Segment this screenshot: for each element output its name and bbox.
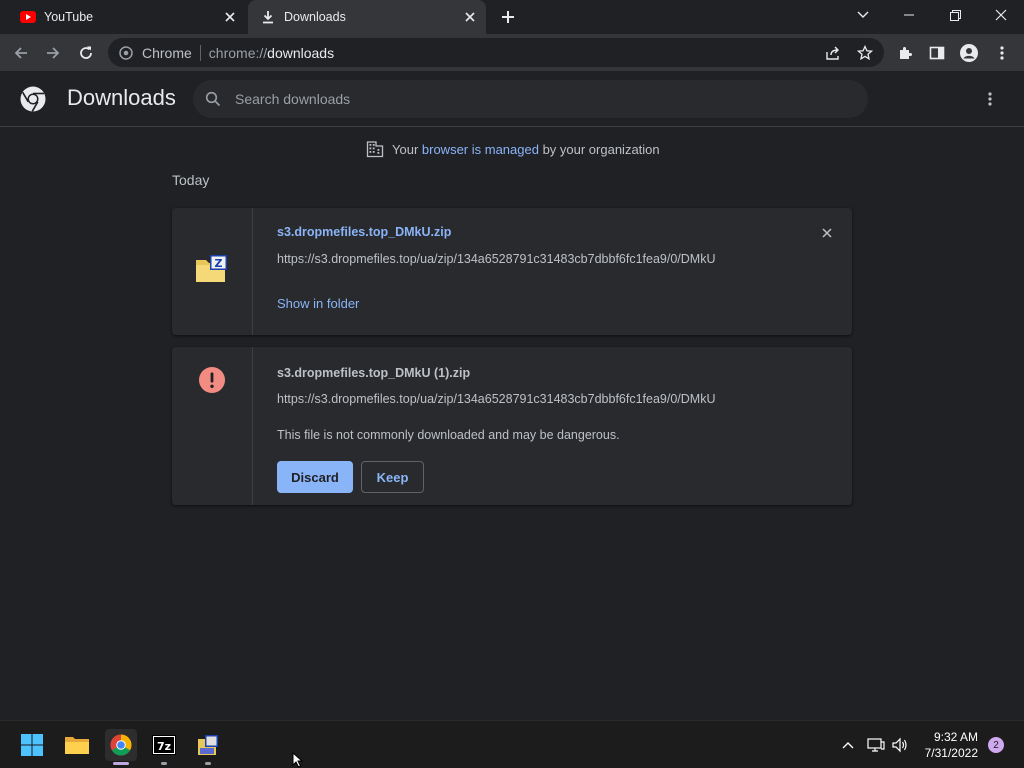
7zip-icon: 7z	[152, 735, 176, 755]
side-panel-icon	[929, 46, 945, 60]
taskbar-file-explorer[interactable]	[61, 729, 93, 761]
search-input[interactable]	[235, 88, 835, 110]
url-host: downloads	[267, 44, 335, 61]
downloads-menu-button[interactable]	[980, 89, 1000, 109]
active-indicator	[113, 762, 129, 765]
close-tab-icon[interactable]	[222, 9, 238, 25]
danger-warning-text: This file is not commonly downloaded and…	[277, 428, 620, 442]
tab-downloads[interactable]: Downloads	[248, 0, 486, 34]
divider	[199, 44, 201, 61]
chrome-icon	[110, 734, 132, 756]
extensions-button[interactable]	[892, 40, 918, 66]
warning-icon	[199, 367, 225, 393]
url-scheme: chrome://	[208, 44, 268, 61]
restore-button[interactable]	[932, 0, 978, 30]
remove-download-button[interactable]	[820, 226, 834, 240]
search-icon	[205, 91, 221, 107]
svg-text:7z: 7z	[157, 740, 171, 753]
system-clock[interactable]: 9:32 AM 7/31/2022	[918, 729, 978, 761]
tab-search-button[interactable]	[840, 0, 886, 30]
clock-date: 7/31/2022	[924, 746, 978, 760]
minimize-button[interactable]	[886, 0, 932, 30]
site-chip: Chrome	[142, 44, 192, 61]
address-bar[interactable]: Chrome chrome:// downloads	[108, 38, 884, 67]
chevron-up-icon	[842, 742, 854, 749]
taskbar: 7z 9:32 AM 7/31/2022 2	[0, 720, 1024, 768]
windows-start-icon	[21, 734, 43, 756]
close-icon	[995, 9, 1007, 21]
file-icon-column: Z	[172, 208, 253, 335]
download-filename: s3.dropmefiles.top_DMkU (1).zip	[277, 366, 471, 380]
download-item-dangerous: s3.dropmefiles.top_DMkU (1).zip https://…	[172, 347, 852, 505]
close-tab-icon[interactable]	[462, 9, 478, 25]
discard-button[interactable]: Discard	[277, 461, 353, 493]
profile-icon	[960, 44, 978, 62]
file-icon-column	[172, 347, 253, 505]
building-icon	[366, 141, 384, 158]
more-vertical-icon	[1000, 46, 1004, 60]
more-vertical-icon	[988, 92, 992, 106]
start-button[interactable]	[16, 729, 48, 761]
file-explorer-icon	[65, 737, 89, 754]
download-item: Z s3.dropmefiles.top_DMkU.zip https://s3…	[172, 208, 852, 335]
minimize-icon	[904, 14, 914, 16]
running-indicator	[161, 762, 167, 765]
download-filename[interactable]: s3.dropmefiles.top_DMkU.zip	[277, 225, 451, 239]
profile-button[interactable]	[956, 40, 982, 66]
taskbar-7zip[interactable]: 7z	[148, 729, 180, 765]
page-title: Downloads	[67, 85, 176, 110]
tab-youtube[interactable]: YouTube	[0, 0, 246, 34]
zip-file-icon: Z	[196, 255, 227, 282]
arrow-right-icon	[47, 47, 60, 59]
taskbar-archive-app[interactable]	[192, 729, 224, 765]
chrome-menu-button[interactable]	[989, 40, 1015, 66]
tab-label: Downloads	[284, 10, 346, 24]
svg-text:Z: Z	[215, 257, 223, 270]
tab-label: YouTube	[44, 10, 94, 24]
forward-button[interactable]	[40, 40, 66, 66]
reload-icon	[80, 46, 92, 59]
browser-toolbar: Chrome chrome:// downloads	[0, 34, 1024, 71]
youtube-icon	[20, 9, 36, 25]
chrome-logo-icon	[20, 86, 46, 112]
download-url[interactable]: https://s3.dropmefiles.top/ua/zip/134a65…	[277, 392, 716, 406]
download-icon	[260, 9, 276, 25]
share-icon[interactable]	[823, 43, 843, 63]
side-panel-button[interactable]	[924, 40, 950, 66]
close-window-button[interactable]	[978, 0, 1024, 30]
new-tab-button[interactable]	[498, 7, 518, 27]
running-indicator	[205, 762, 211, 765]
managed-link[interactable]: browser is managed	[422, 142, 539, 157]
search-box	[193, 80, 868, 118]
plus-icon	[502, 11, 514, 23]
keep-button[interactable]: Keep	[361, 461, 424, 493]
taskbar-chrome[interactable]	[105, 729, 137, 765]
volume-icon[interactable]	[890, 735, 910, 755]
downloads-header: Downloads	[0, 71, 1024, 127]
date-section-label: Today	[172, 172, 210, 188]
close-icon	[822, 228, 832, 238]
managed-suffix: by your organization	[538, 141, 660, 157]
chrome-site-icon	[118, 45, 134, 61]
managed-prefix: Your	[392, 141, 422, 157]
star-icon[interactable]	[855, 43, 875, 63]
download-url[interactable]: https://s3.dropmefiles.top/ua/zip/134a65…	[277, 252, 716, 266]
show-hidden-icons-button[interactable]	[838, 735, 858, 755]
mouse-cursor-icon	[292, 752, 304, 768]
show-in-folder-link[interactable]: Show in folder	[277, 296, 359, 311]
puzzle-icon	[900, 47, 912, 59]
arrow-left-icon	[14, 47, 27, 59]
back-button[interactable]	[8, 40, 34, 66]
reload-button[interactable]	[73, 40, 99, 66]
tab-strip: YouTube Downloads	[0, 0, 1024, 34]
network-icon[interactable]	[866, 735, 886, 755]
restore-icon	[949, 9, 961, 21]
clock-time: 9:32 AM	[933, 730, 978, 744]
notification-badge[interactable]: 2	[988, 737, 1004, 753]
chevron-down-icon	[857, 11, 869, 18]
archive-app-icon	[198, 735, 218, 755]
managed-notice: Your browser is managed by your organiza…	[366, 140, 660, 158]
